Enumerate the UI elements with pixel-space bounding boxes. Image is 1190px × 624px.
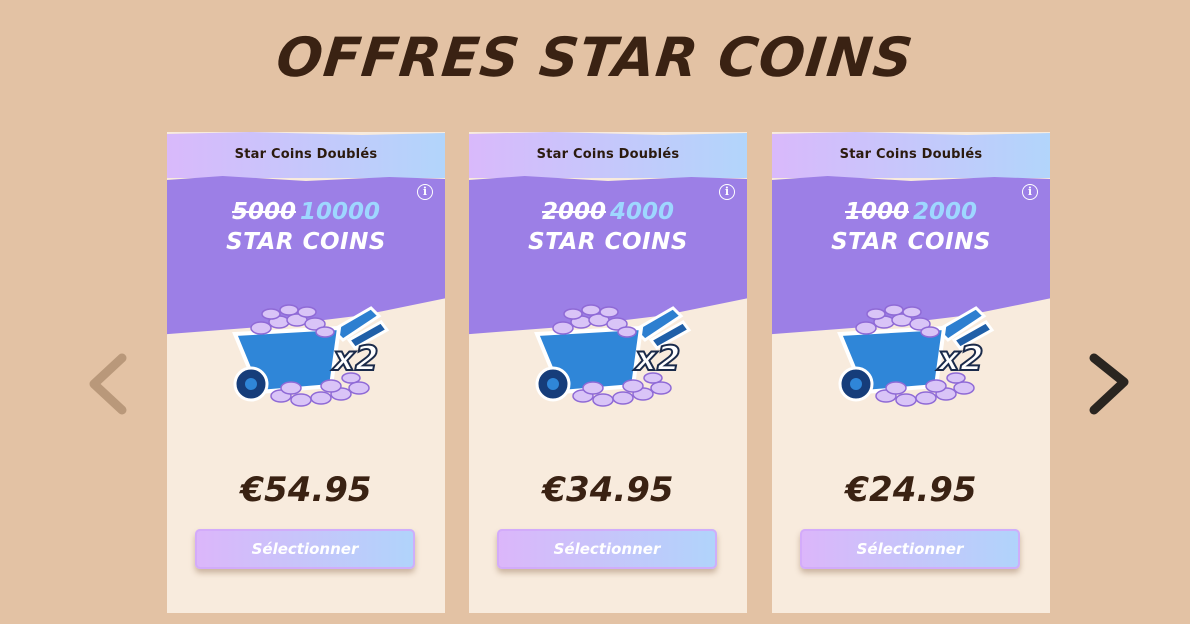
- offer-unit: STAR COINS: [226, 229, 386, 255]
- page-title: OFFRES STAR COINS: [273, 26, 917, 89]
- old-amount: 1000: [844, 199, 909, 225]
- offer-header-label: Star Coins Doublés: [234, 147, 378, 162]
- coin-wheelbarrow-icon: x2: [534, 304, 692, 407]
- coin-wheelbarrow-icon: x2: [232, 304, 390, 407]
- offer-header: Star Coins Doublés: [167, 132, 445, 178]
- offer-amounts: 2000 4000: [469, 200, 747, 224]
- offer-unit: STAR COINS: [528, 229, 688, 255]
- new-amount: 10000: [299, 199, 381, 225]
- new-amount: 2000: [913, 199, 978, 225]
- new-amount: 4000: [610, 199, 675, 225]
- chevron-left-icon: [89, 353, 127, 415]
- select-button[interactable]: Sélectionner: [195, 529, 415, 569]
- offer-card: Star Coins Doublés i 1000 2000 STAR COINS…: [772, 132, 1050, 613]
- select-button-label: Sélectionner: [856, 540, 964, 558]
- offer-card: Star Coins Doublés i 5000 10000 STAR COIN…: [167, 132, 445, 613]
- offer-unit: STAR COINS: [831, 229, 991, 255]
- multiplier-label: x2: [331, 339, 379, 379]
- chevron-right-icon: [1089, 353, 1129, 415]
- carousel-prev-button[interactable]: [84, 352, 134, 416]
- info-icon[interactable]: i: [1022, 184, 1038, 200]
- offer-header-label: Star Coins Doublés: [839, 147, 983, 162]
- info-icon[interactable]: i: [417, 184, 433, 200]
- offer-price: €24.95: [845, 470, 977, 510]
- old-amount: 5000: [231, 199, 296, 225]
- old-amount: 2000: [541, 199, 606, 225]
- offer-amounts: 5000 10000: [167, 200, 445, 224]
- select-button[interactable]: Sélectionner: [497, 529, 717, 569]
- select-button-label: Sélectionner: [553, 540, 661, 558]
- offer-amounts: 1000 2000: [772, 200, 1050, 224]
- offer-card: Star Coins Doublés i 2000 4000 STAR COINS…: [469, 132, 747, 613]
- coin-wheelbarrow-icon: x2: [837, 304, 995, 407]
- multiplier-label: x2: [633, 339, 681, 379]
- select-button[interactable]: Sélectionner: [800, 529, 1020, 569]
- offer-header: Star Coins Doublés: [469, 132, 747, 178]
- carousel-next-button[interactable]: [1084, 352, 1134, 416]
- offer-header: Star Coins Doublés: [772, 132, 1050, 178]
- info-icon[interactable]: i: [719, 184, 735, 200]
- multiplier-label: x2: [936, 339, 984, 379]
- offer-price: €54.95: [240, 470, 372, 510]
- offer-price: €34.95: [542, 470, 674, 510]
- select-button-label: Sélectionner: [251, 540, 359, 558]
- offer-header-label: Star Coins Doublés: [536, 147, 680, 162]
